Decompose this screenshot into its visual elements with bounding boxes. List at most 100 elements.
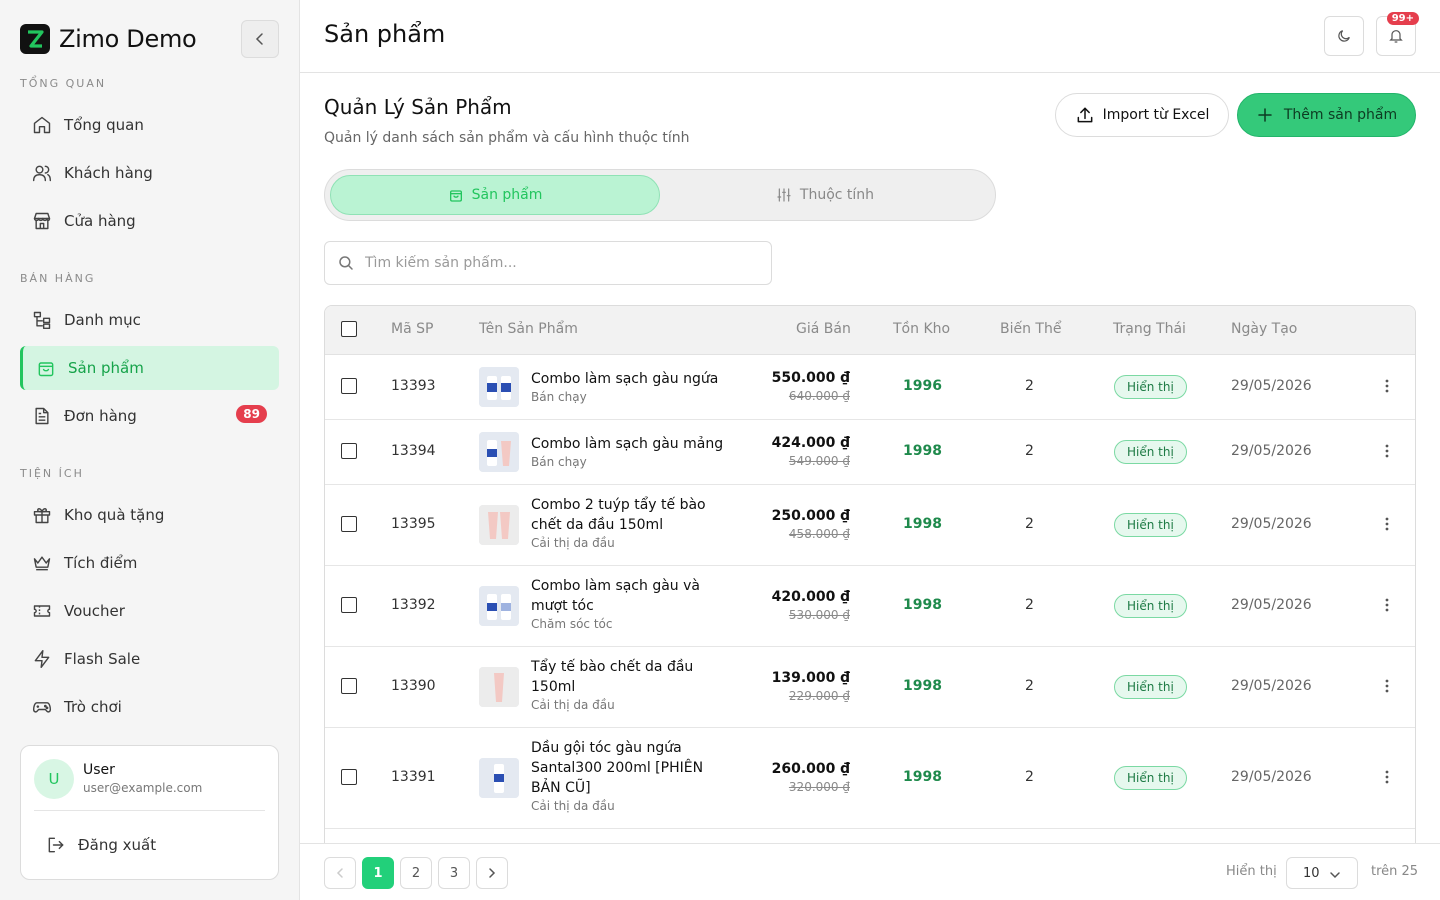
tab-products[interactable]: Sản phẩm	[330, 175, 660, 215]
stock-value: 1998	[903, 516, 942, 532]
page-size-select[interactable]: 10	[1286, 857, 1358, 889]
sidebar-item-stores[interactable]: Cửa hàng	[20, 199, 279, 243]
column-header-status[interactable]: Trạng Thái	[1113, 321, 1186, 337]
product-category: Bán chạy	[531, 390, 587, 404]
sidebar-item-label: Flash Sale	[64, 650, 141, 668]
product-code: 13393	[391, 378, 436, 394]
product-image-icon	[479, 432, 519, 472]
original-price: 458.000 ₫	[788, 527, 850, 541]
sidebar-item-label: Đơn hàng	[64, 407, 137, 425]
sidebar-item-points[interactable]: Tích điểm	[20, 541, 279, 585]
divider	[34, 810, 265, 811]
sidebar-item-voucher[interactable]: Voucher	[20, 589, 279, 633]
product-name[interactable]: Combo 2 tuýp tẩy tế bào chết da đầu 150m…	[531, 495, 731, 535]
tab-attributes[interactable]: Thuộc tính	[660, 175, 990, 215]
created-date: 29/05/2026	[1231, 516, 1312, 532]
table-row[interactable]: 13391 Dầu gội tóc gàu ngứa Santal300 200…	[325, 728, 1415, 829]
product-name[interactable]: Combo làm sạch gàu ngứa	[531, 369, 731, 389]
chevron-down-icon	[1330, 872, 1340, 879]
next-page-button[interactable]	[476, 857, 508, 889]
sidebar-item-customers[interactable]: Khách hàng	[20, 151, 279, 195]
table-row[interactable]: 13394 Combo làm sạch gàu mảng Bán chạy 4…	[325, 420, 1415, 485]
product-name-cell: Combo làm sạch gàu và mượt tóc Chăm sóc …	[531, 576, 731, 633]
variants-count: 2	[1025, 769, 1034, 785]
top-header: Sản phẩm 99+	[300, 0, 1440, 73]
table-row[interactable]: 13392 Combo làm sạch gàu và mượt tóc Chă…	[325, 566, 1415, 647]
original-price: 640.000 ₫	[788, 389, 850, 403]
main-content: Quản Lý Sản Phẩm Quản lý danh sách sản p…	[300, 73, 1440, 843]
row-checkbox[interactable]	[341, 678, 357, 694]
product-image-icon	[479, 758, 519, 798]
sidebar-item-overview[interactable]: Tổng quan	[20, 103, 279, 147]
more-vertical-icon	[1385, 770, 1389, 784]
sidebar-item-products[interactable]: Sản phẩm	[20, 346, 279, 390]
product-name[interactable]: Combo làm sạch gàu mảng	[531, 434, 731, 454]
logout-button[interactable]: Đăng xuất	[34, 824, 267, 866]
table-row[interactable]	[325, 829, 1415, 843]
product-category: Cải thị da đầu	[531, 799, 615, 813]
sliders-icon	[777, 188, 791, 202]
sidebar-item-gifts[interactable]: Kho quà tặng	[20, 493, 279, 537]
column-header-price[interactable]: Giá Bán	[796, 321, 851, 337]
row-actions-button[interactable]	[1379, 514, 1395, 534]
price-cell: 424.000 ₫ 549.000 ₫	[772, 434, 850, 470]
theme-toggle-button[interactable]	[1324, 16, 1364, 56]
row-checkbox[interactable]	[341, 769, 357, 785]
row-checkbox[interactable]	[341, 378, 357, 394]
store-icon	[33, 212, 51, 230]
row-actions-button[interactable]	[1379, 676, 1395, 696]
user-name: User	[83, 762, 115, 778]
status-badge: Hiển thị	[1114, 440, 1187, 464]
brand[interactable]: Zimo Demo	[20, 24, 197, 54]
user-card: U User user@example.com Đăng xuất	[20, 745, 279, 880]
product-thumbnail	[479, 586, 519, 626]
product-image-icon	[479, 667, 519, 707]
product-name[interactable]: Dầu gội tóc gàu ngứa Santal300 200ml [PH…	[531, 738, 731, 798]
sidebar-item-label: Trò chơi	[64, 698, 122, 716]
product-code: 13395	[391, 516, 436, 532]
collapse-sidebar-button[interactable]	[241, 20, 279, 58]
table-row[interactable]: 13395 Combo 2 tuýp tẩy tế bào chết da đầ…	[325, 485, 1415, 566]
product-code: 13392	[391, 597, 436, 613]
sidebar-item-categories[interactable]: Danh mục	[20, 298, 279, 342]
row-actions-button[interactable]	[1379, 441, 1395, 461]
notifications-button[interactable]: 99+	[1376, 12, 1419, 56]
row-checkbox[interactable]	[341, 516, 357, 532]
pagination-bar: 1 2 3 Hiển thị 10 trên 25	[300, 843, 1440, 900]
row-actions-button[interactable]	[1379, 767, 1395, 787]
row-actions-button[interactable]	[1379, 595, 1395, 615]
price-cell: 420.000 ₫ 530.000 ₫	[772, 588, 850, 624]
nav-section-utilities: TIỆN ÍCH	[20, 467, 84, 480]
sidebar-item-games[interactable]: Trò chơi	[20, 685, 279, 729]
page-3-button[interactable]: 3	[438, 857, 470, 889]
add-product-button[interactable]: Thêm sản phẩm	[1237, 93, 1416, 137]
sidebar-item-orders[interactable]: Đơn hàng 89	[20, 394, 279, 438]
row-checkbox[interactable]	[341, 443, 357, 459]
select-all-checkbox[interactable]	[341, 321, 357, 337]
home-icon	[33, 116, 51, 134]
table-row[interactable]: 13390 Tẩy tế bào chết da đầu 150ml Cải t…	[325, 647, 1415, 728]
column-header-name[interactable]: Tên Sản Phẩm	[479, 321, 578, 337]
column-header-date[interactable]: Ngày Tạo	[1231, 321, 1297, 337]
page-2-button[interactable]: 2	[400, 857, 432, 889]
variants-count: 2	[1025, 443, 1034, 459]
row-checkbox[interactable]	[341, 597, 357, 613]
page-1-button[interactable]: 1	[362, 857, 394, 889]
upload-icon	[1077, 107, 1093, 123]
column-header-stock[interactable]: Tồn Kho	[893, 321, 950, 337]
search-input[interactable]	[365, 255, 765, 271]
row-actions-button[interactable]	[1379, 376, 1395, 396]
product-name[interactable]: Combo làm sạch gàu và mượt tóc	[531, 576, 731, 616]
status-badge: Hiển thị	[1114, 375, 1187, 399]
variants-count: 2	[1025, 516, 1034, 532]
sidebar-item-flash-sale[interactable]: Flash Sale	[20, 637, 279, 681]
column-header-code[interactable]: Mã SP	[391, 321, 433, 337]
product-name[interactable]: Tẩy tế bào chết da đầu 150ml	[531, 657, 731, 697]
column-header-variants[interactable]: Biến Thể	[1000, 321, 1061, 337]
sidebar-item-label: Danh mục	[64, 311, 141, 329]
table-row[interactable]: 13393 Combo làm sạch gàu ngứa Bán chạy 5…	[325, 355, 1415, 420]
import-excel-button[interactable]: Import từ Excel	[1055, 93, 1229, 137]
stock-value: 1998	[903, 443, 942, 459]
product-thumbnail	[479, 432, 519, 472]
prev-page-button[interactable]	[324, 857, 356, 889]
